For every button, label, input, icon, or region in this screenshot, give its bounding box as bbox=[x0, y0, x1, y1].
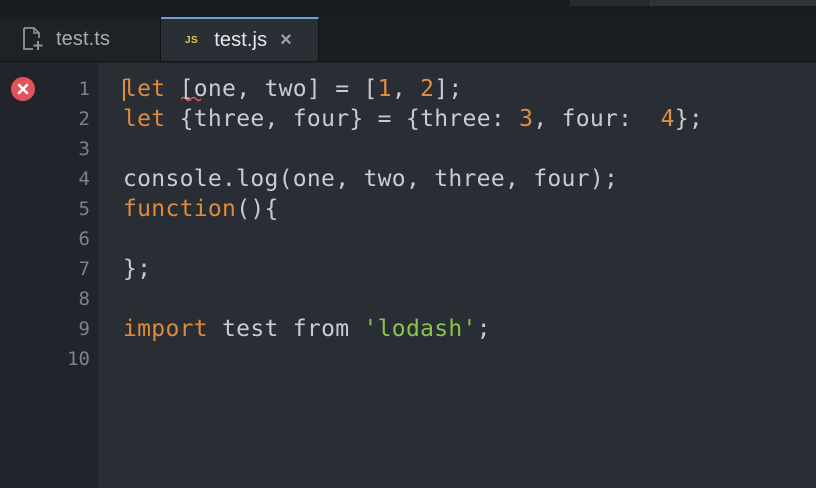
code-token: , four: bbox=[533, 106, 661, 132]
line-number: 6 bbox=[78, 228, 90, 250]
code-line: let {three, four} = {three: 3, four: 4}; bbox=[123, 104, 703, 134]
code-token: 4 bbox=[660, 106, 675, 132]
code-token: , bbox=[391, 76, 421, 102]
code-content: let [one, two] = [1, 2]; let {three, four… bbox=[123, 74, 703, 374]
code-line: ​ bbox=[123, 134, 703, 164]
code-token: {three, four} = {three: bbox=[165, 106, 520, 132]
code-token: function bbox=[123, 196, 237, 222]
code-token: }; bbox=[123, 256, 152, 282]
tab-label: test.js bbox=[214, 28, 268, 51]
line-number: 4 bbox=[78, 168, 90, 190]
code-token: 3 bbox=[519, 106, 534, 132]
code-token: (){ bbox=[236, 196, 279, 222]
code-token: 1 bbox=[377, 76, 392, 102]
title-strip-segment bbox=[570, 0, 651, 6]
line-numbers: 1 2 3 4 5 6 7 8 9 10 bbox=[0, 74, 90, 374]
editor-window: test.ts JS test.js × 1 2 3 4 5 6 7 8 9 10 let [on… bbox=[0, 0, 816, 488]
code-token: }; bbox=[674, 106, 704, 132]
line-number: 10 bbox=[67, 348, 90, 370]
close-icon[interactable]: × bbox=[280, 30, 292, 50]
code-line: ​ bbox=[123, 284, 703, 314]
line-number: 5 bbox=[78, 198, 90, 220]
code-token: let bbox=[123, 106, 166, 132]
title-strip-segment bbox=[651, 0, 816, 6]
code-token: 'lodash' bbox=[363, 316, 477, 342]
line-number: 8 bbox=[78, 288, 90, 310]
tab-test-js[interactable]: JS test.js × bbox=[161, 17, 319, 61]
code-line: function(){ bbox=[123, 194, 703, 224]
tab-label: test.ts bbox=[56, 27, 111, 50]
line-number: 3 bbox=[78, 138, 90, 160]
code-line: ​ bbox=[123, 224, 703, 254]
line-number: 2 bbox=[78, 108, 90, 130]
line-number: 9 bbox=[78, 318, 90, 340]
code-token: ; bbox=[476, 316, 491, 342]
file-add-icon bbox=[23, 27, 43, 50]
js-file-icon: JS bbox=[185, 34, 199, 46]
code-token: ]; bbox=[434, 76, 463, 102]
code-line: }; bbox=[123, 254, 703, 284]
code-token: [one, two] = [ bbox=[165, 76, 378, 102]
code-token: console.log(one, two, three, four); bbox=[123, 166, 619, 192]
code-line: ​ bbox=[123, 344, 703, 374]
code-line: import test from 'lodash'; bbox=[123, 314, 703, 344]
line-number: 7 bbox=[78, 258, 90, 280]
code-token: let bbox=[123, 76, 166, 102]
title-strip bbox=[0, 0, 816, 17]
code-line: console.log(one, two, three, four); bbox=[123, 164, 703, 194]
code-line: let [one, two] = [1, 2]; bbox=[123, 74, 703, 104]
code-token: test from bbox=[207, 316, 364, 342]
code-token: import bbox=[123, 316, 208, 342]
line-number: 1 bbox=[78, 78, 90, 100]
code-token: 2 bbox=[420, 76, 435, 102]
tab-bar: test.ts JS test.js × bbox=[0, 17, 816, 62]
tab-test-ts[interactable]: test.ts bbox=[0, 17, 161, 61]
